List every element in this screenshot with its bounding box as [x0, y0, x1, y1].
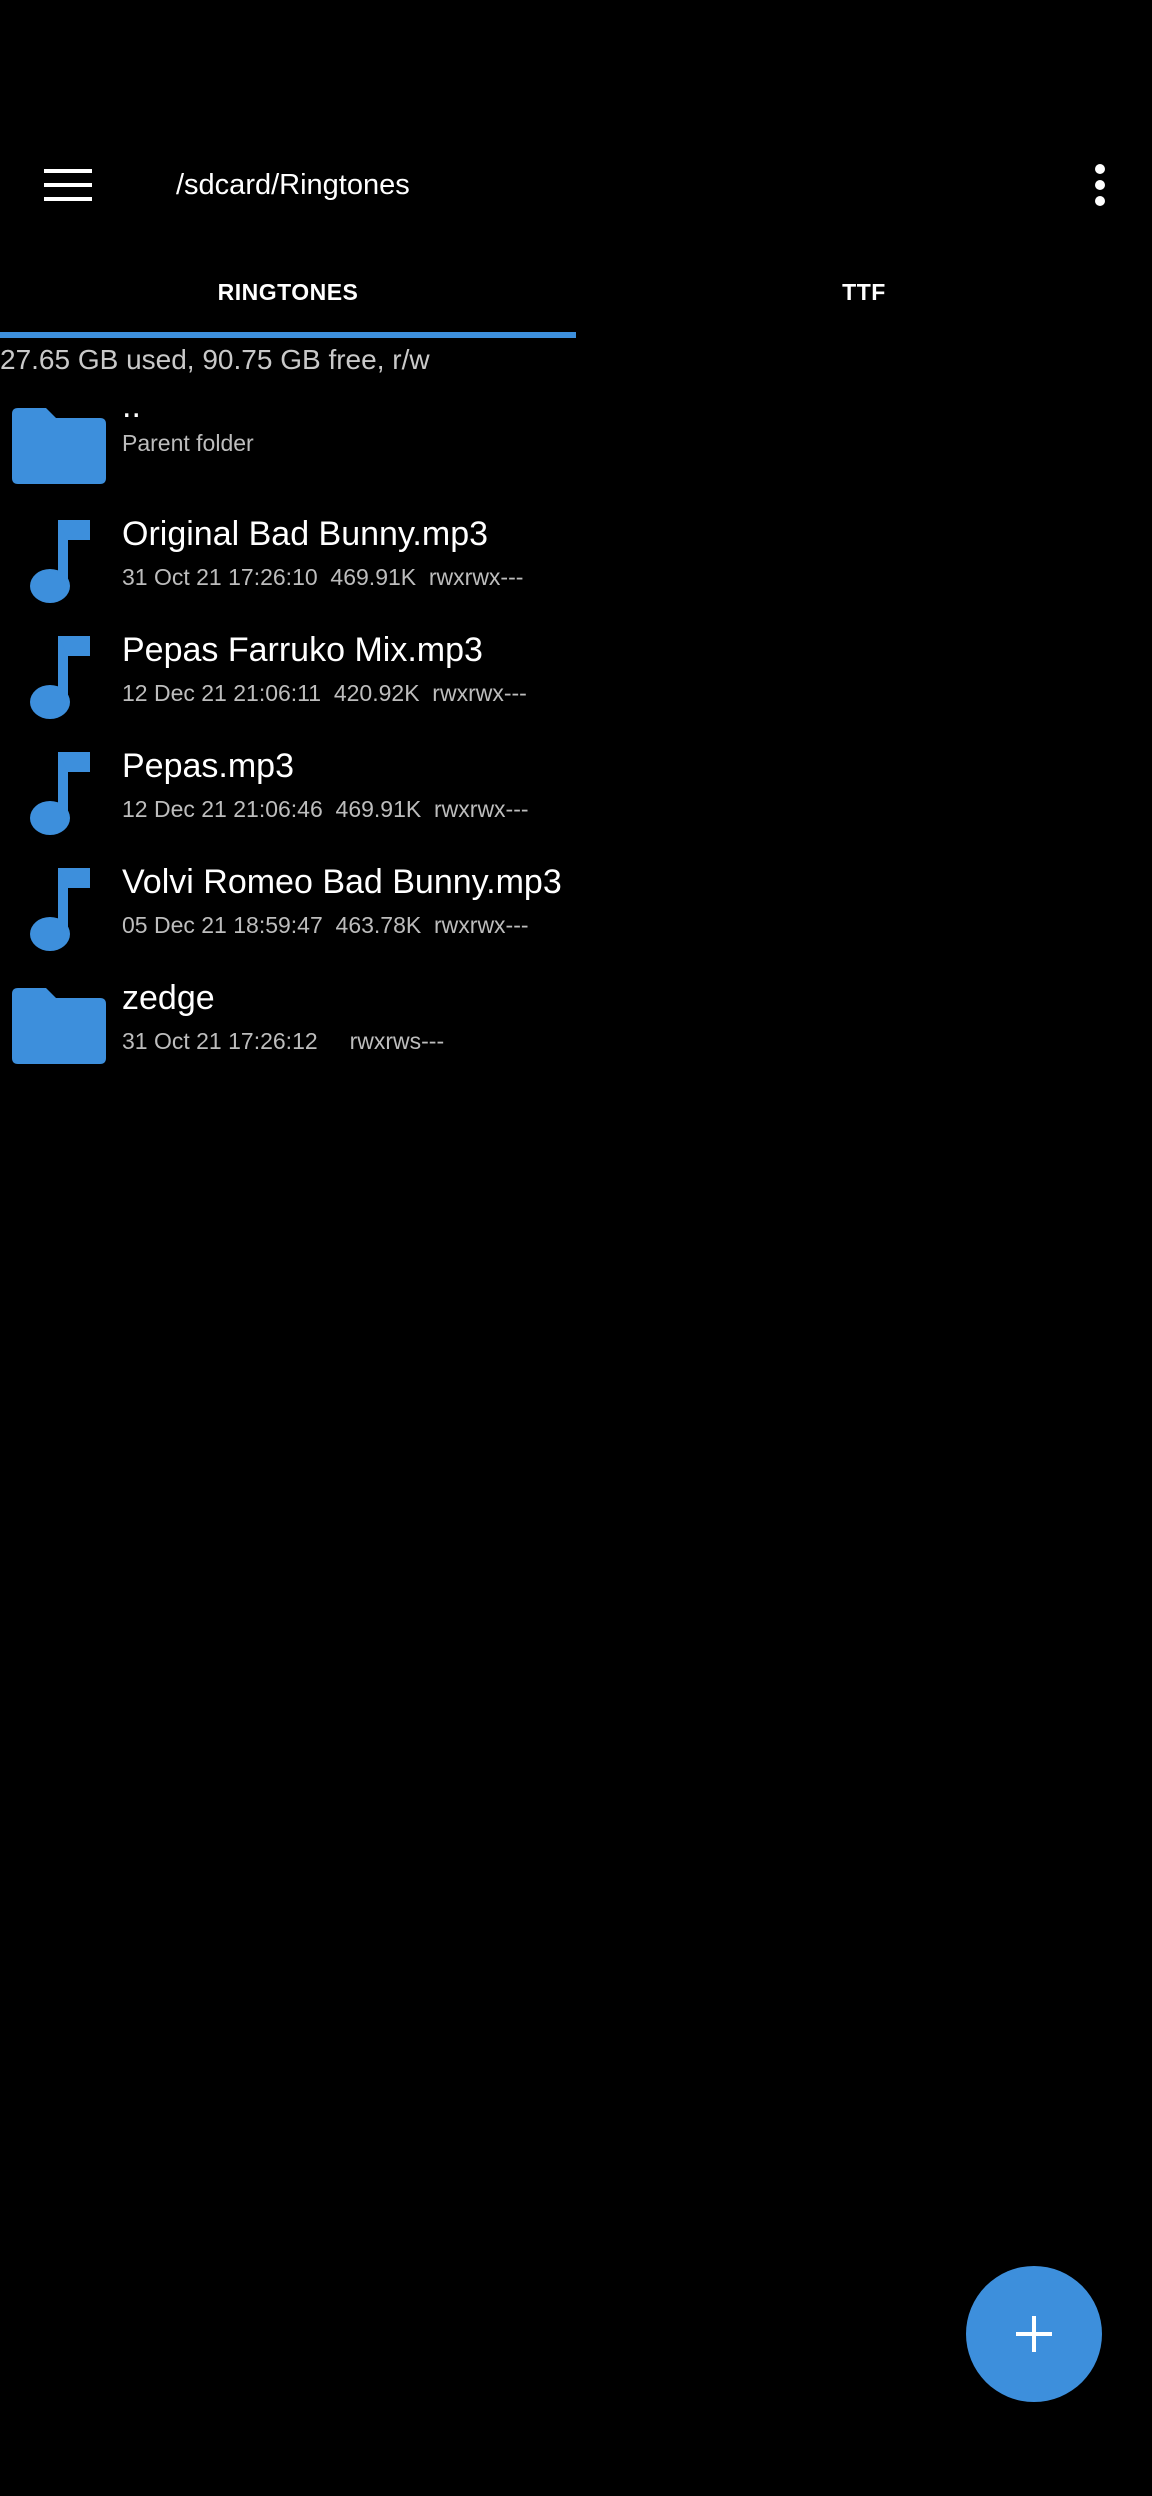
- file-name: Original Bad Bunny.mp3: [122, 515, 489, 553]
- hamburger-menu-icon[interactable]: [30, 150, 105, 220]
- active-tab-indicator: [0, 332, 576, 338]
- folder-icon: [8, 394, 108, 494]
- plus-icon: [1016, 2316, 1052, 2352]
- more-vert-icon[interactable]: [1080, 150, 1120, 220]
- file-meta: Parent folder: [122, 430, 254, 456]
- tab-ttf[interactable]: TTF: [576, 250, 1152, 334]
- music-note-icon: [8, 626, 108, 726]
- list-item-file[interactable]: Volvi Romeo Bad Bunny.mp3 05 Dec 21 18:5…: [0, 850, 1152, 966]
- add-fab-button[interactable]: [966, 2266, 1102, 2402]
- list-item-folder[interactable]: zedge 31 Oct 21 17:26:12 rwxrws---: [0, 966, 1152, 1082]
- music-note-icon: [8, 858, 108, 958]
- file-name: ..: [122, 387, 141, 425]
- file-name: Pepas Farruko Mix.mp3: [122, 631, 483, 669]
- tab-ringtones[interactable]: RINGTONES: [0, 250, 576, 334]
- file-name: Volvi Romeo Bad Bunny.mp3: [122, 863, 562, 901]
- list-item-file[interactable]: Pepas.mp3 12 Dec 21 21:06:46 469.91K rwx…: [0, 734, 1152, 850]
- file-meta: 31 Oct 21 17:26:12 rwxrws---: [122, 1028, 445, 1054]
- music-note-icon: [8, 510, 108, 610]
- current-path-title: /sdcard/Ringtones: [176, 169, 410, 201]
- file-name: Pepas.mp3: [122, 747, 294, 785]
- file-list: .. Parent folder Original Bad Bunny.mp3 …: [0, 386, 1152, 1082]
- storage-info: 27.65 GB used, 90.75 GB free, r/w: [0, 344, 430, 375]
- music-note-icon: [8, 742, 108, 842]
- list-item-file[interactable]: Pepas Farruko Mix.mp3 12 Dec 21 21:06:11…: [0, 618, 1152, 734]
- app-toolbar: /sdcard/Ringtones: [0, 0, 1152, 245]
- file-meta: 12 Dec 21 21:06:11 420.92K rwxrwx---: [122, 680, 527, 706]
- list-item-parent-folder[interactable]: .. Parent folder: [0, 386, 1152, 502]
- list-item-file[interactable]: Original Bad Bunny.mp3 31 Oct 21 17:26:1…: [0, 502, 1152, 618]
- file-name: zedge: [122, 979, 215, 1017]
- file-meta: 12 Dec 21 21:06:46 469.91K rwxrwx---: [122, 796, 529, 822]
- file-meta: 31 Oct 21 17:26:10 469.91K rwxrwx---: [122, 564, 524, 590]
- file-meta: 05 Dec 21 18:59:47 463.78K rwxrwx---: [122, 912, 529, 938]
- folder-icon: [8, 974, 108, 1074]
- tab-bar: RINGTONES TTF: [0, 250, 1152, 340]
